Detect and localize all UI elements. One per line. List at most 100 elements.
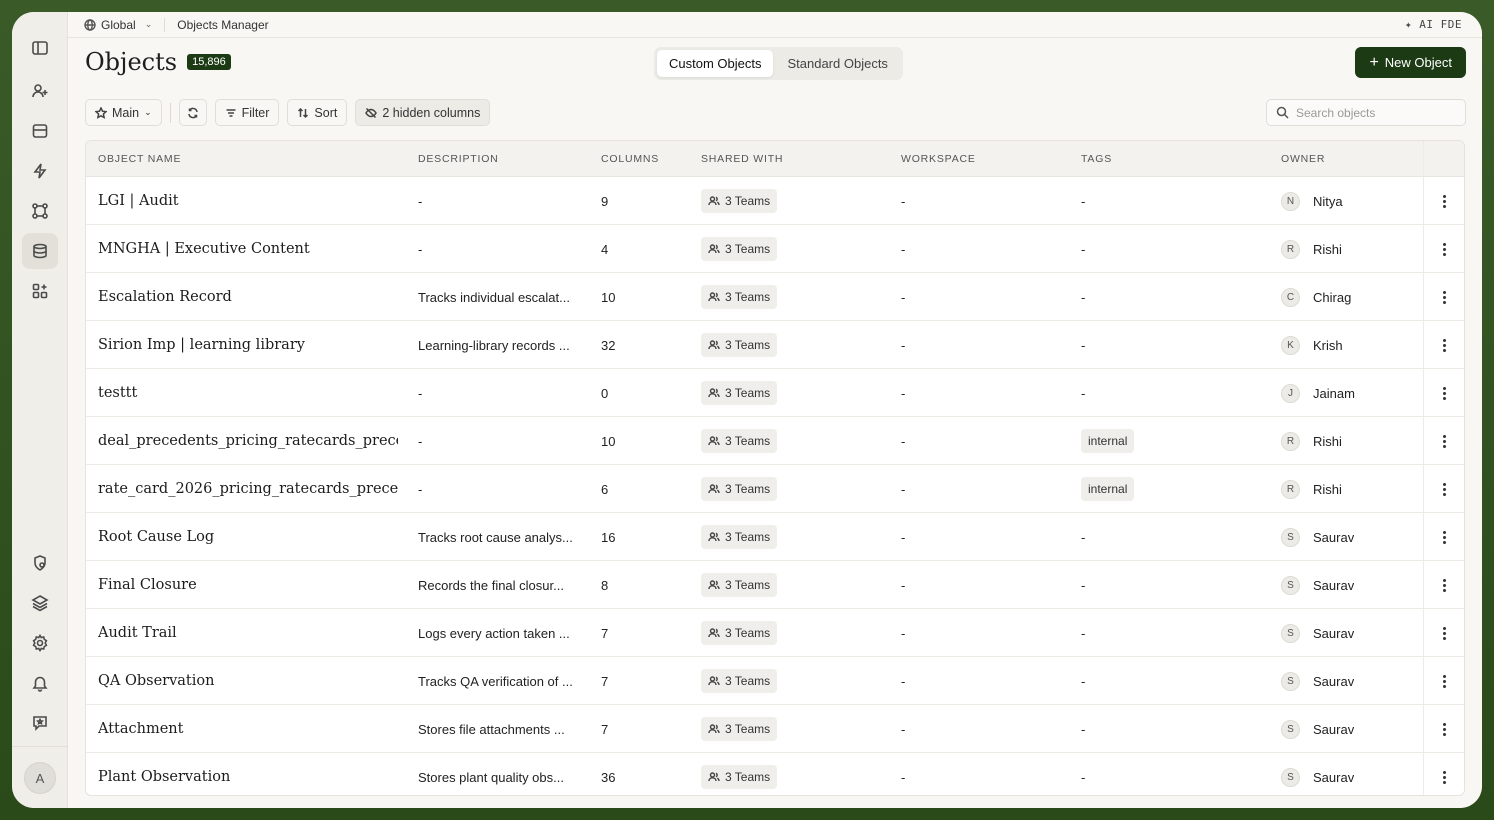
shared-teams-badge[interactable]: 3 Teams [701,573,778,597]
table-row[interactable]: rate_card_2026_pricing_ratecards_preced.… [86,465,1464,513]
more-vertical-icon[interactable] [1436,289,1452,305]
shared-teams-badge[interactable]: 3 Teams [701,333,778,357]
table-row[interactable]: MNGHA | Executive Content - 4 3 Teams - … [86,225,1464,273]
more-vertical-icon[interactable] [1436,673,1452,689]
column-header-shared-with[interactable]: SHARED WITH [701,153,783,165]
object-description: Learning-library records ... [418,337,570,353]
shared-teams-badge[interactable]: 3 Teams [701,669,778,693]
database-icon[interactable] [22,233,58,269]
shield-check-icon[interactable] [22,545,58,581]
user-add-icon[interactable] [22,73,58,109]
table-row[interactable]: QA Observation Tracks QA verification of… [86,657,1464,705]
more-vertical-icon[interactable] [1436,721,1452,737]
tab-standard-objects[interactable]: Standard Objects [775,50,899,77]
object-description: - [418,241,423,257]
object-name[interactable]: testtt [98,369,398,417]
object-name[interactable]: LGI | Audit [98,177,398,225]
tags-cell: - [1081,657,1085,705]
bell-icon[interactable] [22,665,58,701]
column-header-description[interactable]: DESCRIPTION [418,153,499,165]
table-row[interactable]: Final Closure Records the final closur..… [86,561,1464,609]
table-row[interactable]: Plant Observation Stores plant quality o… [86,753,1464,795]
user-avatar[interactable]: A [24,762,56,794]
row-actions [1423,177,1464,224]
shared-teams-badge[interactable]: 3 Teams [701,285,778,309]
table-row[interactable]: Attachment Stores file attachments ... 7… [86,705,1464,753]
table-row[interactable]: Sirion Imp | learning library Learning-l… [86,321,1464,369]
more-vertical-icon[interactable] [1436,337,1452,353]
owner: S Saurav [1281,753,1354,795]
table-row[interactable]: testtt - 0 3 Teams - - J Jainam [86,369,1464,417]
view-selector[interactable]: Main ⌄ [85,99,162,126]
column-header-columns[interactable]: COLUMNS [601,153,659,165]
object-name[interactable]: rate_card_2026_pricing_ratecards_preced.… [98,465,398,513]
object-name[interactable]: Audit Trail [98,609,398,657]
breadcrumb[interactable]: Objects Manager [177,18,268,32]
column-header-owner[interactable]: OWNER [1281,153,1325,165]
shared-teams-badge[interactable]: 3 Teams [701,477,778,501]
shared-with: 3 Teams [701,705,778,753]
column-count: 0 [601,385,609,401]
new-object-label: New Object [1384,55,1452,70]
column-count: 16 [601,529,616,545]
inbox-icon[interactable] [22,113,58,149]
more-vertical-icon[interactable] [1436,529,1452,545]
table-row[interactable]: Root Cause Log Tracks root cause analys.… [86,513,1464,561]
hidden-columns-button[interactable]: 2 hidden columns [355,99,491,126]
object-name[interactable]: Attachment [98,705,398,753]
users-icon [708,244,720,254]
table-row[interactable]: Escalation Record Tracks individual esca… [86,273,1464,321]
lightning-icon[interactable] [22,153,58,189]
shared-teams-badge[interactable]: 3 Teams [701,429,778,453]
owner: R Rishi [1281,417,1342,465]
more-vertical-icon[interactable] [1436,385,1452,401]
more-vertical-icon[interactable] [1436,769,1452,785]
more-vertical-icon[interactable] [1436,625,1452,641]
more-vertical-icon[interactable] [1436,577,1452,593]
more-vertical-icon[interactable] [1436,433,1452,449]
shared-teams-badge[interactable]: 3 Teams [701,525,778,549]
shared-teams-badge[interactable]: 3 Teams [701,189,778,213]
tag: internal [1081,477,1135,501]
toolbar-divider [169,102,171,123]
object-name[interactable]: Escalation Record [98,273,398,321]
column-count: 10 [601,289,616,305]
object-name[interactable]: MNGHA | Executive Content [98,225,398,273]
column-header-object-name[interactable]: OBJECT NAME [98,153,181,165]
new-object-button[interactable]: + New Object [1355,47,1466,78]
ai-fde-button[interactable]: ✦ AI FDE [1405,18,1462,31]
settings-gear-icon[interactable] [22,625,58,661]
object-name[interactable]: Sirion Imp | learning library [98,321,398,369]
shared-teams-badge[interactable]: 3 Teams [701,237,778,261]
column-header-workspace[interactable]: WORKSPACE [901,153,976,165]
workflow-icon[interactable] [22,193,58,229]
more-vertical-icon[interactable] [1436,481,1452,497]
shared-teams-badge[interactable]: 3 Teams [701,381,778,405]
feedback-icon[interactable] [22,705,58,741]
object-name[interactable]: Plant Observation [98,753,398,795]
shared-with: 3 Teams [701,225,778,273]
filter-button[interactable]: Filter [214,99,280,126]
table-row[interactable]: LGI | Audit - 9 3 Teams - - N Nitya [86,177,1464,225]
apps-icon[interactable] [22,273,58,309]
scope-selector[interactable]: Global ⌄ [84,17,166,32]
shared-teams-badge[interactable]: 3 Teams [701,621,778,645]
layers-icon[interactable] [22,585,58,621]
column-header-tags[interactable]: TAGS [1081,153,1112,165]
shared-teams-badge[interactable]: 3 Teams [701,765,778,789]
object-name[interactable]: Final Closure [98,561,398,609]
table-row[interactable]: deal_precedents_pricing_ratecards_prece.… [86,417,1464,465]
sort-label: Sort [314,105,338,120]
object-name[interactable]: QA Observation [98,657,398,705]
sort-button[interactable]: Sort [287,99,348,126]
search-input[interactable] [1296,105,1456,120]
object-name[interactable]: Root Cause Log [98,513,398,561]
tab-custom-objects[interactable]: Custom Objects [657,50,774,77]
more-vertical-icon[interactable] [1436,193,1452,209]
object-name[interactable]: deal_precedents_pricing_ratecards_prece.… [98,417,398,465]
sidebar-toggle-icon[interactable] [22,30,58,66]
more-vertical-icon[interactable] [1436,241,1452,257]
table-row[interactable]: Audit Trail Logs every action taken ... … [86,609,1464,657]
refresh-button[interactable] [178,99,207,126]
shared-teams-badge[interactable]: 3 Teams [701,717,778,741]
